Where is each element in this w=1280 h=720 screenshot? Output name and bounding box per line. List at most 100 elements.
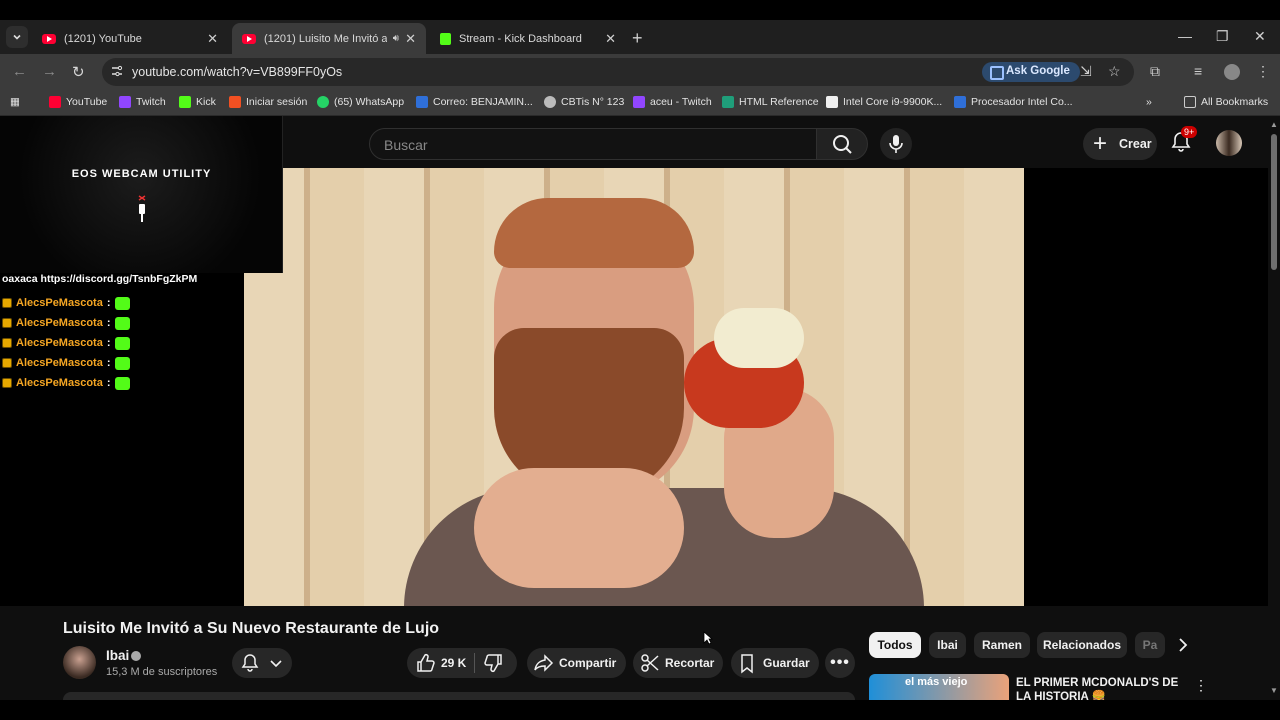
chip-todos[interactable]: Todos [869,632,921,658]
bookmark-icon [741,654,753,674]
bookmark-kick[interactable]: Kick [179,96,216,108]
close-icon[interactable]: ✕ [605,31,616,47]
bookmark-intel-core[interactable]: Intel Core i9-9900K... [826,96,942,108]
tab-video-active[interactable]: (1201) Luisito Me Invitó a Su Nuevo Rest… [232,23,426,54]
webcam-overlay: EOS WEBCAM UTILITY [0,116,283,273]
bookmark-html-reference[interactable]: HTML Reference [722,96,819,108]
chip-ibai[interactable]: Ibai [929,632,966,658]
minimize-icon[interactable]: — [1178,28,1192,44]
chat-separator: : [106,357,111,369]
subscription-bell-button[interactable] [232,648,292,678]
apps-grid-icon[interactable]: ▦ [10,96,20,108]
search-input[interactable]: Buscar [369,128,817,160]
bookmark-correo[interactable]: Correo: BENJAMIN... [416,96,533,108]
forward-arrow-icon[interactable]: → [42,63,57,80]
profile-avatar[interactable] [1224,64,1240,80]
chip-ramen[interactable]: Ramen [974,632,1030,658]
save-label: Guardar [763,656,810,670]
page-scrollbar[interactable]: ▲ ▼ [1268,116,1280,700]
bookmark-label: Procesador Intel Co... [971,96,1073,108]
usb-plug-icon [138,195,146,222]
scissors-icon [641,654,659,672]
window-close-icon[interactable]: ✕ [1254,28,1266,45]
ask-google-button[interactable]: Ask Google [982,62,1080,82]
create-button[interactable]: Crear [1083,128,1157,160]
address-bar[interactable]: youtube.com/watch?v=VB899FF0yOs Ask Goog… [102,58,1134,86]
chip-relacionados[interactable]: Relacionados [1037,632,1127,658]
subscriber-count: 15,3 M de suscriptores [106,666,218,678]
chat-message: AlecsPeMascota: [2,333,242,353]
youtube-header: Buscar Crear 9+ [283,116,1268,168]
chat-message: AlecsPeMascota: [2,313,242,333]
tab-youtube-home[interactable]: (1201) YouTube ✕ [32,23,228,54]
account-avatar[interactable] [1216,130,1242,156]
speaker-icon[interactable]: 🔊︎ [393,33,399,44]
bookmark-aceu-twitch[interactable]: aceu - Twitch [633,96,712,108]
clip-button[interactable]: Recortar [633,648,723,678]
chat-message-discord: oaxaca https://discord.gg/TsnbFgZkPM [2,273,198,285]
more-vert-icon[interactable]: ⋮ [1194,677,1208,694]
share-button[interactable]: Compartir [527,648,626,678]
bottom-letterbox [0,700,1280,720]
back-arrow-icon[interactable]: ← [12,63,27,80]
channel-name[interactable]: Ibai [106,648,129,663]
chevron-down-icon [13,34,21,40]
more-bookmarks-icon[interactable]: » [1146,96,1152,108]
like-icon[interactable] [407,648,441,678]
new-tab-plus-icon[interactable]: + [632,28,643,49]
close-icon[interactable]: ✕ [207,31,218,47]
channel-avatar[interactable] [63,646,96,679]
all-bookmarks[interactable]: All Bookmarks [1184,96,1268,108]
clip-label: Recortar [665,656,715,670]
bookmark-procesador-intel[interactable]: Procesador Intel Co... [954,96,1073,108]
subscriber-badge-icon [2,358,12,368]
install-app-icon[interactable]: ⇲ [1080,63,1092,80]
media-controls-icon[interactable]: ≡ [1194,63,1202,79]
chat-username: AlecsPeMascota [16,297,103,309]
notification-badge: 9+ [1181,126,1198,138]
voice-search-button[interactable] [880,128,912,160]
whatsapp-icon [317,96,329,108]
tab-search-button[interactable] [6,26,28,48]
bookmark-whatsapp[interactable]: (65) WhatsApp [317,96,404,108]
site-settings-icon[interactable] [110,64,124,78]
chat-username: AlecsPeMascota [16,337,103,349]
bookmark-youtube[interactable]: YouTube [49,96,107,108]
menu-dots-icon[interactable]: ⋮ [1256,63,1270,80]
bookmark-label: YouTube [66,96,108,108]
twitch-icon [119,96,131,108]
video-cream [714,308,804,368]
search-button[interactable] [816,128,868,160]
bookmark-iniciar-sesion[interactable]: Iniciar sesión [229,96,307,108]
chevron-right-icon[interactable] [1175,637,1191,653]
twitch-icon [633,96,645,108]
bookmark-label: Twitch [136,96,166,108]
more-actions-button[interactable]: ••• [825,648,855,678]
kick-icon [179,96,191,108]
bookmark-twitch[interactable]: Twitch [119,96,166,108]
subscriber-badge-icon [2,318,12,328]
emote-icon [114,356,130,370]
save-button[interactable]: Guardar [731,648,819,678]
microphone-icon [889,135,903,153]
tab-kick-dashboard[interactable]: Stream - Kick Dashboard ✕ [430,23,626,54]
recommended-thumbnail[interactable]: el más viejo [869,674,1009,700]
like-count[interactable]: 29 K [441,656,466,670]
scroll-down-arrow-icon[interactable]: ▼ [1270,686,1278,695]
bell-icon [241,654,259,672]
video-player[interactable] [244,168,1024,606]
bookmark-star-icon[interactable]: ☆ [1108,63,1121,80]
kick-favicon-icon [440,32,451,45]
emote-icon [114,296,130,310]
chip-partial[interactable]: Pa [1135,632,1165,658]
restore-icon[interactable]: ❐ [1216,28,1229,45]
reload-icon[interactable]: ↻ [72,63,85,81]
subscriber-badge-icon [2,338,12,348]
scroll-up-arrow-icon[interactable]: ▲ [1270,120,1278,129]
extensions-icon[interactable]: ⧉ [1150,63,1160,80]
share-label: Compartir [559,656,617,670]
scroll-thumb[interactable] [1271,134,1277,270]
dislike-icon[interactable] [483,648,505,678]
close-icon[interactable]: ✕ [405,31,416,47]
bookmark-cbtis[interactable]: CBTis N° 123 [544,96,624,108]
